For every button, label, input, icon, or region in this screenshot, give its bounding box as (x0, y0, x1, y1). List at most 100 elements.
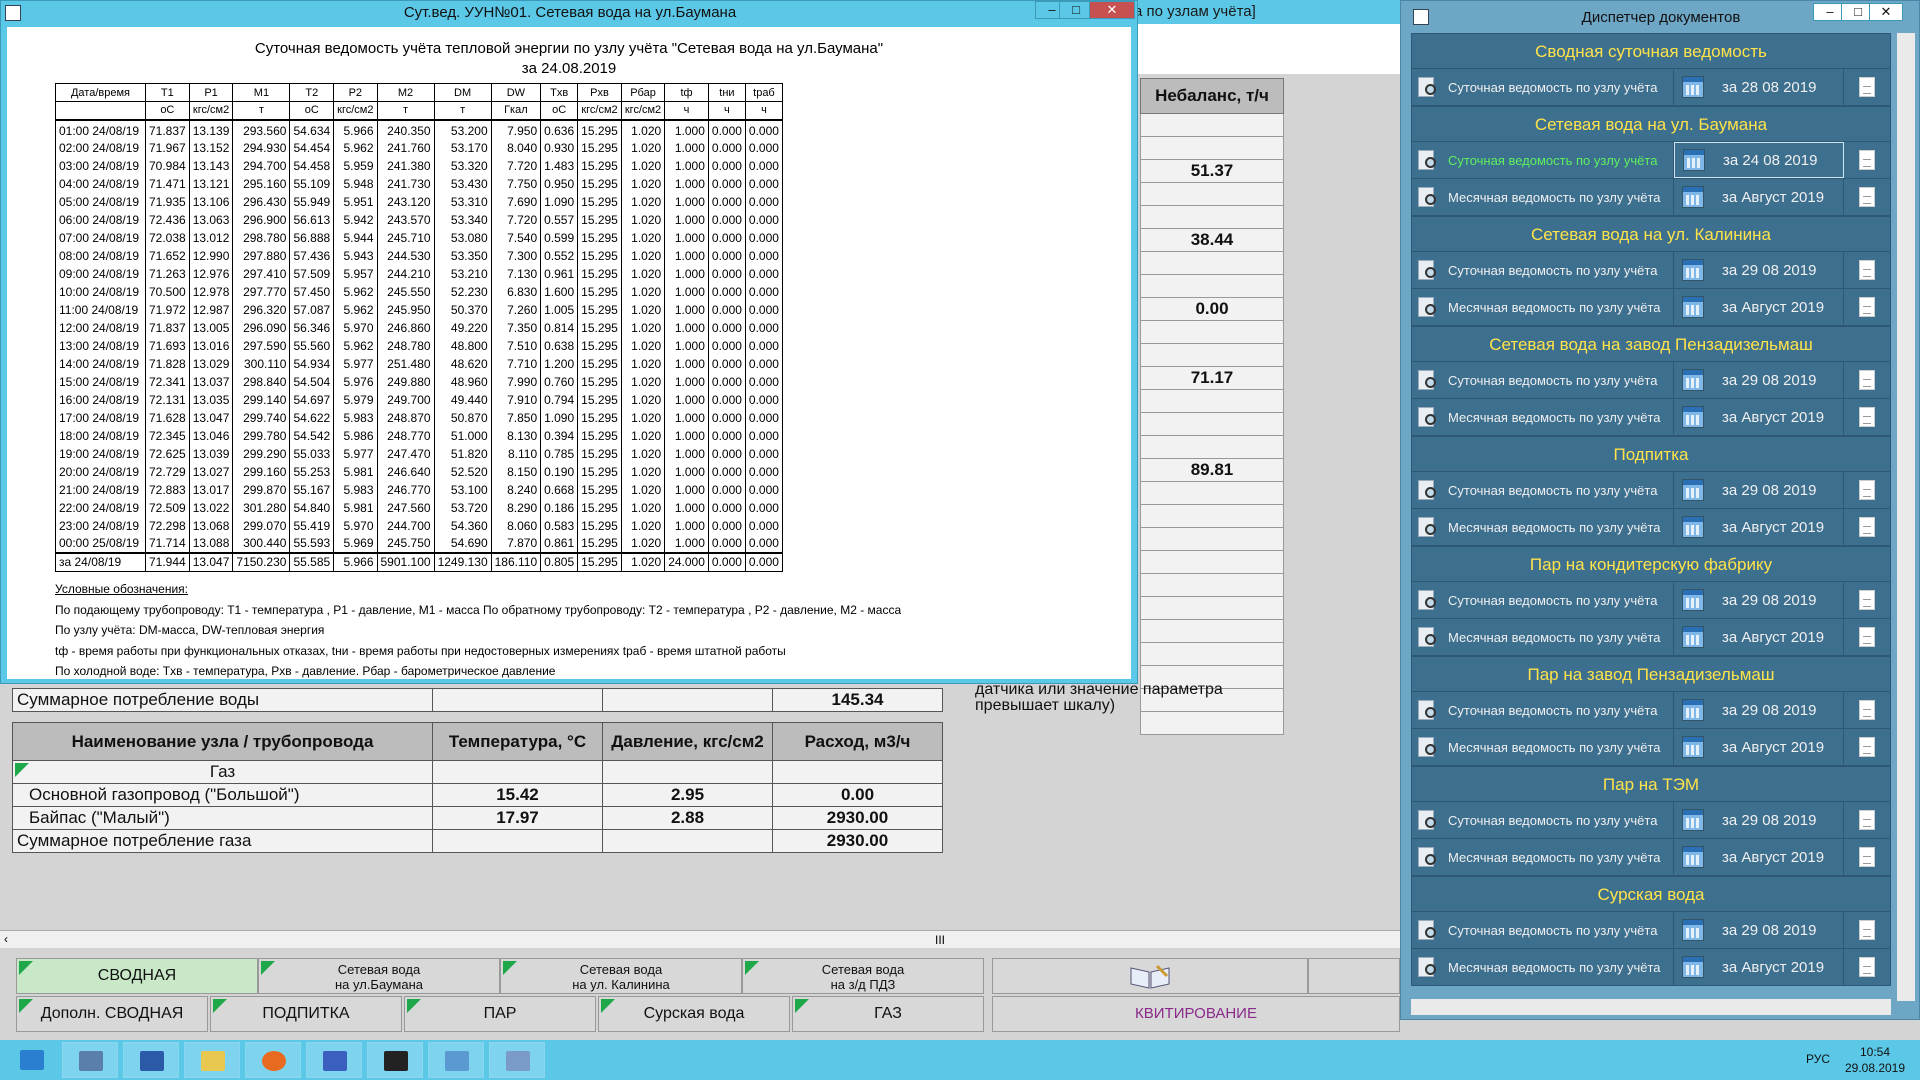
doc-open-button[interactable] (1844, 582, 1890, 618)
powershell-icon[interactable] (123, 1042, 179, 1078)
row-value: 13.088 (188, 534, 234, 553)
setup-icon[interactable] (489, 1042, 545, 1078)
doc-open-button[interactable] (1844, 692, 1890, 728)
doc-view-button[interactable]: Месячная ведомость по узлу учёта (1412, 179, 1674, 215)
tab-svodnaya[interactable]: СВОДНАЯ (16, 958, 258, 994)
doc-date-picker[interactable]: за Август 2019 (1674, 619, 1844, 655)
doc-open-button[interactable] (1844, 729, 1890, 765)
doc-view-button[interactable]: Суточная ведомость по узлу учёта (1412, 472, 1674, 508)
dm-close-button[interactable]: ✕ (1869, 3, 1903, 21)
scroll-thumb-grip[interactable]: III (935, 933, 945, 947)
remote-app-icon[interactable] (428, 1042, 484, 1078)
tab-label: Сурская вода (643, 1005, 745, 1022)
tab-pdz[interactable]: Сетевая вода на з/д ПДЗ (742, 958, 984, 994)
doc-view-button[interactable]: Месячная ведомость по узлу учёта (1412, 289, 1674, 325)
main-horizontal-scrollbar[interactable]: ‹ III (0, 930, 1400, 948)
doc-group-header[interactable]: Подпитка (1411, 436, 1891, 472)
tab-baumana[interactable]: Сетевая вода на ул.Баумана (258, 958, 500, 994)
doc-open-button[interactable] (1844, 619, 1890, 655)
language-indicator[interactable]: РУС (1806, 1052, 1830, 1066)
doc-view-button[interactable]: Месячная ведомость по узлу учёта (1412, 729, 1674, 765)
doc-open-button[interactable] (1844, 509, 1890, 545)
doc-group-header[interactable]: Пар на ТЭМ (1411, 766, 1891, 802)
save-disk-icon[interactable] (306, 1042, 362, 1078)
reports-book-button[interactable] (992, 958, 1308, 994)
doc-open-button[interactable] (1844, 399, 1890, 435)
doc-view-button[interactable]: Суточная ведомость по узлу учёта (1412, 362, 1674, 398)
doc-group-header[interactable]: Сетевая вода на ул. Калинина (1411, 216, 1891, 252)
calendar-icon (1682, 919, 1704, 941)
doc-group-header[interactable]: Пар на завод Пензадизельмаш (1411, 656, 1891, 692)
doc-view-button[interactable]: Месячная ведомость по узлу учёта (1412, 399, 1674, 435)
extra-button[interactable] (1308, 958, 1400, 994)
tab-kalinina[interactable]: Сетевая вода на ул. Калинина (500, 958, 742, 994)
doc-view-button[interactable]: Месячная ведомость по узлу учёта (1412, 509, 1674, 545)
server-manager-icon[interactable] (62, 1042, 118, 1078)
doc-open-button[interactable] (1844, 252, 1890, 288)
tab-gaz[interactable]: ГАЗ (792, 996, 984, 1032)
row-value: 13.039 (188, 444, 234, 463)
doc-date-picker[interactable]: за Август 2019 (1674, 509, 1844, 545)
cmd-icon[interactable] (367, 1042, 423, 1078)
doc-group-header[interactable]: Сетевая вода на ул. Баумана (1411, 106, 1891, 142)
row-value: 8.240 (490, 480, 542, 499)
doc-open-button[interactable] (1844, 949, 1890, 985)
doc-open-button[interactable] (1844, 362, 1890, 398)
doc-view-button[interactable]: Суточная ведомость по узлу учёта (1412, 582, 1674, 618)
doc-view-button[interactable]: Месячная ведомость по узлу учёта (1412, 839, 1674, 875)
doc-view-button[interactable]: Суточная ведомость по узлу учёта (1412, 692, 1674, 728)
doc-open-button[interactable] (1844, 69, 1890, 105)
maximize-button[interactable]: □ (1059, 1, 1093, 19)
doc-date-picker[interactable]: за Август 2019 (1674, 949, 1844, 985)
doc-date-picker[interactable]: за 29 08 2019 (1674, 692, 1844, 728)
doc-open-button[interactable] (1844, 472, 1890, 508)
doc-view-button[interactable]: Месячная ведомость по узлу учёта (1412, 619, 1674, 655)
doc-open-button[interactable] (1844, 839, 1890, 875)
doc-date-picker[interactable]: за Август 2019 (1674, 179, 1844, 215)
kvitirovanie-button[interactable]: КВИТИРОВАНИЕ (992, 996, 1400, 1032)
doc-date-picker[interactable]: за 28 08 2019 (1674, 69, 1844, 105)
close-button[interactable]: ✕ (1089, 1, 1135, 19)
dm-vertical-scrollbar[interactable] (1897, 33, 1915, 1001)
doc-view-button[interactable]: Месячная ведомость по узлу учёта (1412, 949, 1674, 985)
doc-date-picker[interactable]: за Август 2019 (1674, 729, 1844, 765)
doc-group-header[interactable]: Пар на кондитерскую фабрику (1411, 546, 1891, 582)
doc-date-picker[interactable]: за 29 08 2019 (1674, 252, 1844, 288)
doc-date-picker[interactable]: за Август 2019 (1674, 289, 1844, 325)
doc-date-picker[interactable]: за 29 08 2019 (1674, 802, 1844, 838)
start-icon[interactable] (4, 1042, 60, 1078)
doc-view-button[interactable]: Суточная ведомость по узлу учёта (1412, 802, 1674, 838)
doc-date-picker[interactable]: за Август 2019 (1674, 399, 1844, 435)
doc-view-button[interactable]: Суточная ведомость по узлу учёта (1412, 252, 1674, 288)
doc-open-button[interactable] (1844, 802, 1890, 838)
doc-date-picker[interactable]: за Август 2019 (1674, 839, 1844, 875)
firefox-icon[interactable] (245, 1042, 301, 1078)
doc-open-button[interactable] (1844, 289, 1890, 325)
tab-surskaya[interactable]: Сурская вода (598, 996, 790, 1032)
tab-par[interactable]: ПАР (404, 996, 596, 1032)
clock[interactable]: 10:54 29.08.2019 (1840, 1044, 1910, 1076)
doc-open-button[interactable] (1844, 179, 1890, 215)
doc-date-picker[interactable]: за 29 08 2019 (1674, 582, 1844, 618)
row-value: 247.560 (376, 498, 435, 517)
gas-group-row[interactable]: Газ (12, 760, 433, 784)
file-explorer-icon[interactable] (184, 1042, 240, 1078)
doc-view-button[interactable]: Суточная ведомость по узлу учёта (1412, 142, 1674, 178)
doc-name-label: Суточная ведомость по узлу учёта (1448, 482, 1658, 498)
doc-open-button[interactable] (1844, 912, 1890, 948)
tab-podpitka[interactable]: ПОДПИТКА (210, 996, 402, 1032)
doc-open-button[interactable] (1844, 142, 1890, 178)
doc-date-picker[interactable]: за 29 08 2019 (1674, 912, 1844, 948)
dm-horizontal-scrollbar[interactable] (1411, 999, 1891, 1015)
doc-date-picker[interactable]: за 29 08 2019 (1674, 362, 1844, 398)
row-value: 0.000 (744, 264, 783, 283)
doc-date-picker[interactable]: за 29 08 2019 (1674, 472, 1844, 508)
tab-dopoln-svodnaya[interactable]: Дополн. СВОДНАЯ (16, 996, 208, 1032)
doc-view-button[interactable]: Суточная ведомость по узлу учёта (1412, 69, 1674, 105)
doc-group-header[interactable]: Сурская вода (1411, 876, 1891, 912)
doc-date-picker[interactable]: за 24 08 2019 (1674, 142, 1844, 178)
doc-view-button[interactable]: Суточная ведомость по узлу учёта (1412, 912, 1674, 948)
scroll-left-arrow-icon[interactable]: ‹ (4, 932, 8, 946)
doc-group-header[interactable]: Сетевая вода на завод Пензадизельмаш (1411, 326, 1891, 362)
doc-group-header[interactable]: Сводная суточная ведомость (1411, 33, 1891, 69)
